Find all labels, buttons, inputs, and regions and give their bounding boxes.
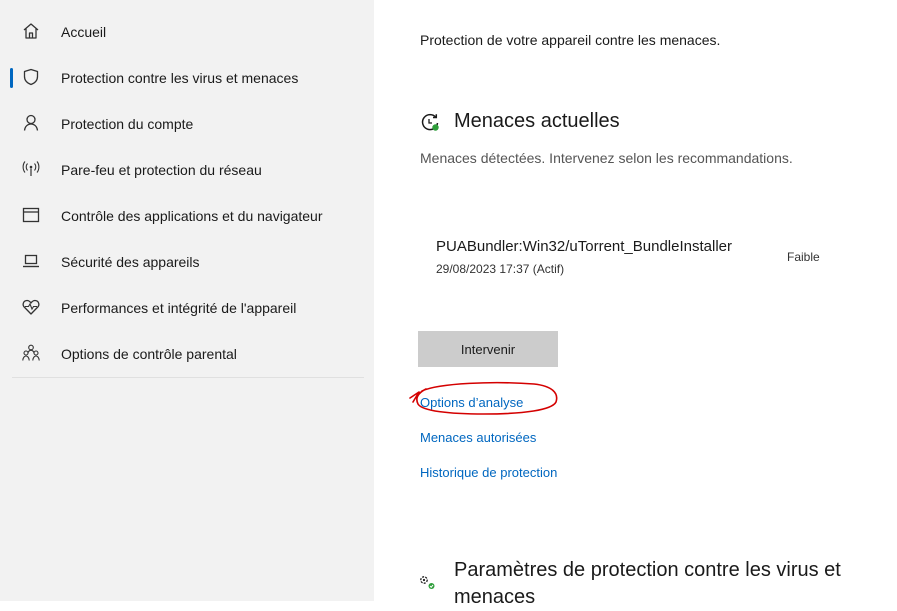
sidebar-item-account-protection[interactable]: Protection du compte: [0, 106, 374, 142]
laptop-icon: [22, 252, 40, 270]
person-icon: [22, 114, 40, 132]
sidebar-item-device-performance[interactable]: Performances et intégrité de l'appareil: [0, 290, 374, 326]
shield-icon: [22, 68, 40, 86]
app-window-icon: [22, 206, 40, 224]
wireless-icon: [22, 160, 40, 178]
sidebar-item-firewall[interactable]: Pare-feu et protection du réseau: [0, 152, 374, 188]
sidebar-item-family-options[interactable]: Options de contrôle parental: [0, 336, 374, 372]
section-subtitle-current-threats: Menaces détectées. Intervenez selon les …: [420, 150, 793, 166]
sidebar-item-label: Sécurité des appareils: [61, 254, 200, 270]
protection-history-link[interactable]: Historique de protection: [420, 465, 557, 480]
sidebar-item-label: Options de contrôle parental: [61, 346, 237, 362]
section-title-current-threats: Menaces actuelles: [454, 110, 620, 132]
home-icon: [22, 22, 40, 40]
annotation-circle: [409, 381, 558, 415]
take-action-button[interactable]: Intervenir: [418, 331, 558, 367]
heart-pulse-icon: [22, 298, 40, 316]
threat-date: 29/08/2023 17:37 (Actif): [436, 262, 565, 276]
allowed-threats-link[interactable]: Menaces autorisées: [420, 430, 536, 445]
page-description: Protection de votre appareil contre les …: [420, 32, 721, 48]
sidebar: Accueil Protection contre les virus et m…: [0, 0, 374, 601]
threat-name[interactable]: PUABundler:Win32/uTorrent_BundleInstalle…: [436, 238, 732, 255]
sidebar-divider: [12, 377, 364, 378]
sidebar-item-label: Contrôle des applications et du navigate…: [61, 208, 323, 224]
sidebar-item-app-browser-control[interactable]: Contrôle des applications et du navigate…: [0, 198, 374, 234]
main-content: Protection de votre appareil contre les …: [374, 0, 897, 608]
sidebar-item-label: Protection du compte: [61, 116, 194, 132]
sidebar-item-label: Protection contre les virus et menaces: [61, 70, 299, 86]
sidebar-item-device-security[interactable]: Sécurité des appareils: [0, 244, 374, 280]
family-icon: [22, 344, 40, 362]
sidebar-item-virus-protection[interactable]: Protection contre les virus et menaces: [0, 60, 374, 96]
sidebar-item-label: Performances et intégrité de l'appareil: [61, 300, 297, 316]
threat-severity: Faible: [787, 250, 820, 264]
sidebar-item-label: Pare-feu et protection du réseau: [61, 162, 262, 178]
sidebar-item-accueil[interactable]: Accueil: [0, 14, 374, 50]
section-title-protection-settings: Paramètres de protection contre les viru…: [454, 559, 841, 608]
settings-gear-icon: [418, 573, 438, 593]
sidebar-item-label: Accueil: [61, 24, 107, 40]
selected-indicator: [10, 68, 13, 88]
threat-refresh-icon: [419, 111, 441, 133]
